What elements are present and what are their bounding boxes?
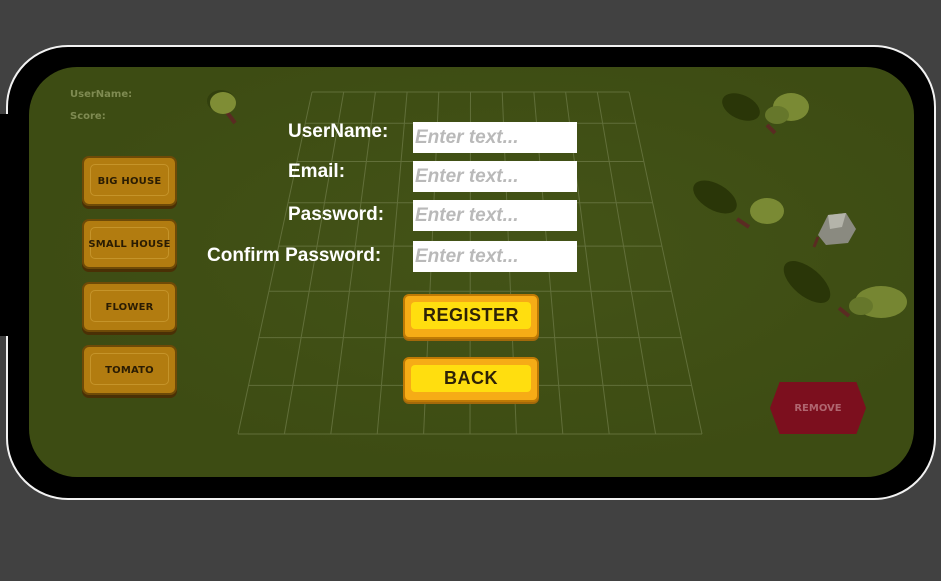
tomato-button[interactable]: TOMATO — [82, 345, 177, 395]
hud-username-label: UserName: — [70, 89, 133, 100]
remove-button-label: REMOVE — [794, 402, 842, 414]
confirm-password-label: Confirm Password: — [207, 245, 382, 266]
big-house-button[interactable]: BIG HOUSE — [82, 156, 177, 206]
password-input[interactable] — [413, 200, 577, 231]
tomato-button-label: TOMATO — [105, 364, 154, 376]
back-button[interactable]: BACK — [403, 357, 539, 402]
register-button[interactable]: REGISTER — [403, 294, 539, 339]
password-label: Password: — [288, 204, 385, 225]
username-label: UserName: — [288, 121, 389, 142]
tree-icon — [783, 261, 907, 318]
flower-button-label: FLOWER — [105, 301, 154, 313]
back-button-face: BACK — [411, 365, 531, 392]
small-house-button-label: SMALL HOUSE — [88, 238, 171, 250]
email-label: Email: — [288, 161, 346, 182]
username-input[interactable] — [413, 122, 577, 153]
email-input[interactable] — [413, 161, 577, 192]
back-button-label: BACK — [444, 368, 498, 388]
flower-button[interactable]: FLOWER — [82, 282, 177, 332]
confirm-password-input[interactable] — [413, 241, 577, 272]
tree-icon — [722, 93, 809, 135]
remove-button[interactable]: REMOVE — [770, 382, 866, 434]
tree-icon — [693, 180, 784, 229]
grid-line — [628, 91, 703, 435]
rock-icon — [812, 213, 856, 248]
grid-line — [596, 91, 657, 435]
hud-score-label: Score: — [70, 111, 106, 122]
small-house-button[interactable]: SMALL HOUSE — [82, 219, 177, 269]
tree-icon — [207, 90, 237, 125]
register-button-label: REGISTER — [422, 305, 519, 325]
register-button-face: REGISTER — [411, 302, 531, 329]
big-house-button-label: BIG HOUSE — [97, 175, 162, 187]
